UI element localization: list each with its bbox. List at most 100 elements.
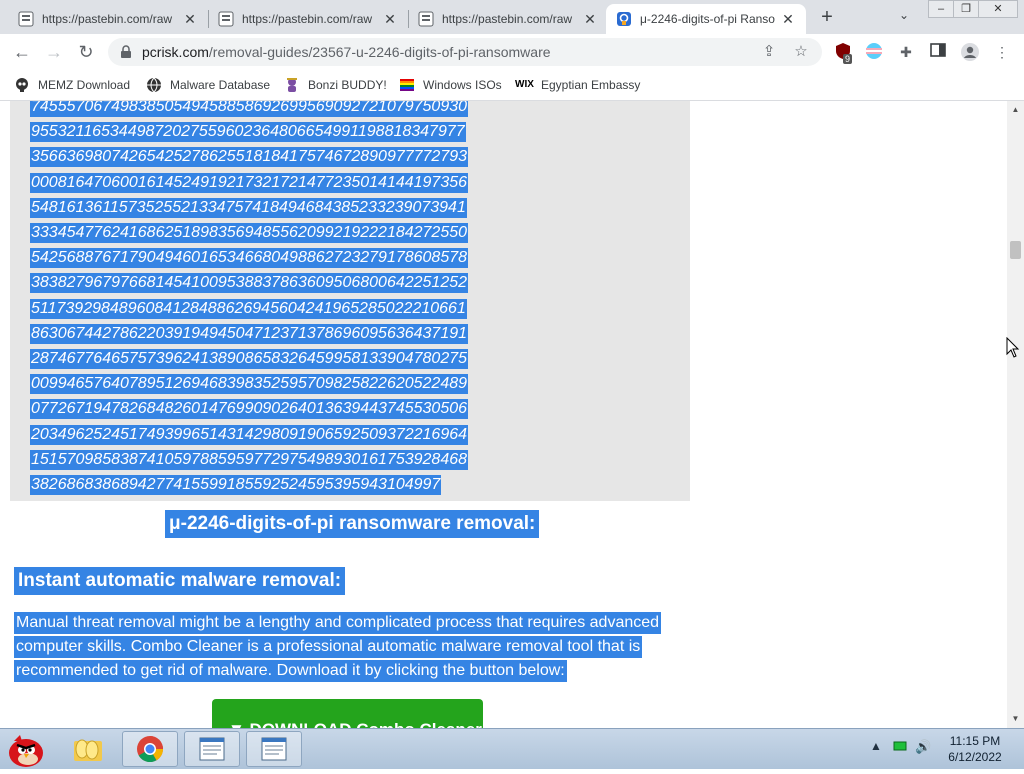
url-path: /removal-guides/23567-u-2246-digits-of-p… <box>208 44 551 60</box>
chrome-icon <box>137 736 164 763</box>
tab-close-icon[interactable]: ✕ <box>382 11 398 28</box>
start-button[interactable] <box>2 729 50 769</box>
bookmark-label: MEMZ Download <box>38 78 131 92</box>
profile-avatar-icon[interactable] <box>960 42 980 62</box>
scroll-down-arrow-icon[interactable]: ▼ <box>1007 712 1024 726</box>
windows-taskbar: ▲ 🔊 11:15 PM 6/12/2022 <box>0 728 1024 769</box>
vertical-scrollbar[interactable]: ▲ ▼ <box>1007 101 1024 728</box>
tab-close-icon[interactable]: ✕ <box>182 11 198 28</box>
digits-line: 1515709858387410597885959772975498930161… <box>30 449 469 470</box>
reload-icon[interactable]: ↻ <box>74 40 98 64</box>
url-text[interactable]: pcrisk.com/removal-guides/23567-u-2246-d… <box>142 44 551 60</box>
pride-extension-icon[interactable] <box>864 42 884 62</box>
angry-bird-start-icon <box>9 735 43 767</box>
digits-line: 3566369807426542527862551818417574672890… <box>30 147 469 168</box>
side-panel-icon[interactable] <box>928 42 948 62</box>
extension-badge: 9 <box>843 54 853 64</box>
taskbar-notepad-1[interactable] <box>184 731 240 767</box>
removal-heading: μ-2246-digits-of-pi ransomware removal: <box>165 510 540 538</box>
digits-line: 0008164706001614524919217321721477235014… <box>30 172 469 193</box>
digits-line: 3838279679766814541009538837863609506800… <box>30 273 469 294</box>
pastebin-favicon-icon <box>18 11 34 27</box>
tab-close-icon[interactable]: ✕ <box>582 11 598 28</box>
digits-line: 0099465764078951269468398352595709825822… <box>30 374 469 395</box>
trans-flag-icon <box>866 43 882 59</box>
paragraph-line: computer skills. Combo Cleaner is a prof… <box>14 636 643 658</box>
menu-kebab-icon[interactable]: ⋮ <box>992 42 1012 62</box>
digits-line: 3826868386894277415599185592524595395943… <box>30 475 442 495</box>
share-icon[interactable]: ⇪ <box>760 43 778 61</box>
lock-icon[interactable] <box>120 45 132 59</box>
tab-title: μ-2246-digits-of-pi Ranso <box>640 12 775 26</box>
bookmark-memz[interactable]: MEMZ Download <box>14 76 130 94</box>
bookmark-egyptian-embassy[interactable]: WIX Egyptian Embassy <box>515 76 640 94</box>
address-bar[interactable]: pcrisk.com/removal-guides/23567-u-2246-d… <box>108 38 822 66</box>
clock-date: 6/12/2022 <box>948 750 1002 764</box>
notepad-icon <box>261 737 287 761</box>
close-window-button[interactable]: ✕ <box>978 0 1018 18</box>
instant-removal-heading: Instant automatic malware removal: <box>14 567 346 595</box>
digits-line: 2034962524517493996514314298091906592509… <box>30 424 469 445</box>
mouse-cursor-icon <box>1006 337 1020 358</box>
globe-icon <box>147 77 161 93</box>
show-hidden-icons-arrow-icon[interactable]: ▲ <box>870 739 882 753</box>
minimize-button[interactable]: – <box>928 0 954 18</box>
bookmark-label: Malware Database <box>170 78 271 92</box>
panel-icon <box>930 43 946 57</box>
digits-line: 9553211653449872027559602364806654991198… <box>30 122 466 143</box>
notepad-icon <box>199 737 225 761</box>
scroll-thumb[interactable] <box>1010 241 1021 259</box>
tab-title: https://pastebin.com/raw <box>442 12 573 26</box>
digits-line: 3334547762416862518983569485562099219222… <box>30 223 469 243</box>
ublock-extension-icon[interactable]: 9 <box>833 42 853 64</box>
bookmark-bonzi-buddy[interactable]: Bonzi BUDDY! <box>284 76 387 94</box>
bookmark-star-icon[interactable]: ☆ <box>792 43 810 61</box>
back-arrow-icon[interactable]: ← <box>10 40 34 64</box>
taskbar-clock[interactable]: 11:15 PM 6/12/2022 <box>940 733 1010 765</box>
pastebin-favicon-icon <box>418 11 434 27</box>
pcrisk-favicon-icon <box>617 12 631 26</box>
page-content: 7455570674983850549458858692699569092721… <box>0 101 1007 728</box>
tab-close-icon[interactable]: ✕ <box>780 11 796 28</box>
wix-icon: WIX <box>515 79 534 90</box>
download-combo-cleaner-button[interactable]: ▼ DOWNLOAD Combo Cleaner <box>212 699 483 728</box>
digits-line: 8630674427862203919494504712371378696095… <box>30 323 469 344</box>
tab-title: https://pastebin.com/raw <box>242 12 373 26</box>
digits-line: 0772671947826848260147699090264013639443… <box>30 399 469 420</box>
skull-icon <box>16 78 28 92</box>
tab-strip: https://pastebin.com/raw ✕ https://paste… <box>0 0 1024 34</box>
scroll-up-arrow-icon[interactable]: ▲ <box>1007 103 1024 117</box>
windows-flag-icon <box>400 79 414 91</box>
paragraph-line: Manual threat removal might be a lengthy… <box>14 612 662 634</box>
tab-pcrisk-active[interactable]: μ-2246-digits-of-pi Ranso ✕ <box>606 4 806 34</box>
tab-pastebin-2[interactable]: https://pastebin.com/raw ✕ <box>208 4 408 34</box>
tab-pastebin-3[interactable]: https://pastebin.com/raw ✕ <box>408 4 608 34</box>
taskbar-notepad-2[interactable] <box>246 731 302 767</box>
digits-line: 5481613611573525521334757418494684385233… <box>30 197 467 218</box>
bookmark-malware-database[interactable]: Malware Database <box>146 76 270 94</box>
taskbar-chrome[interactable] <box>122 731 178 767</box>
new-tab-button[interactable]: + <box>816 6 838 28</box>
extensions-puzzle-icon[interactable]: ✚ <box>896 42 916 62</box>
restore-button[interactable]: ❐ <box>953 0 979 18</box>
digits-line: 2874677646575739624138908658326459958133… <box>30 349 469 369</box>
bookmark-label: Egyptian Embassy <box>541 78 641 92</box>
bookmark-windows-isos[interactable]: Windows ISOs <box>399 76 502 94</box>
volume-icon[interactable]: 🔊 <box>915 739 931 755</box>
digits-line: 7455570674983850549458858692699569092721… <box>30 101 469 117</box>
taskbar-explorer[interactable] <box>60 731 116 767</box>
avatar-icon <box>961 43 979 61</box>
url-host: pcrisk.com <box>142 44 209 60</box>
tab-search-chevron-icon[interactable]: ⌄ <box>894 8 914 26</box>
paragraph-line: recommended to get rid of malware. Downl… <box>14 660 567 682</box>
folder-icon <box>74 739 102 761</box>
bookmark-label: Bonzi BUDDY! <box>308 78 387 92</box>
network-tray-icon[interactable] <box>893 739 907 756</box>
bonzi-icon <box>287 78 297 92</box>
bookmark-label: Windows ISOs <box>423 78 502 92</box>
pastebin-favicon-icon <box>218 11 234 27</box>
forward-arrow-icon[interactable]: → <box>42 40 66 64</box>
tab-pastebin-1[interactable]: https://pastebin.com/raw ✕ <box>8 4 208 34</box>
digits-line: 5425688767179049460165346680498862723279… <box>30 248 469 269</box>
bookmarks-bar: MEMZ Download Malware Database Bonzi BUD… <box>0 70 1024 101</box>
